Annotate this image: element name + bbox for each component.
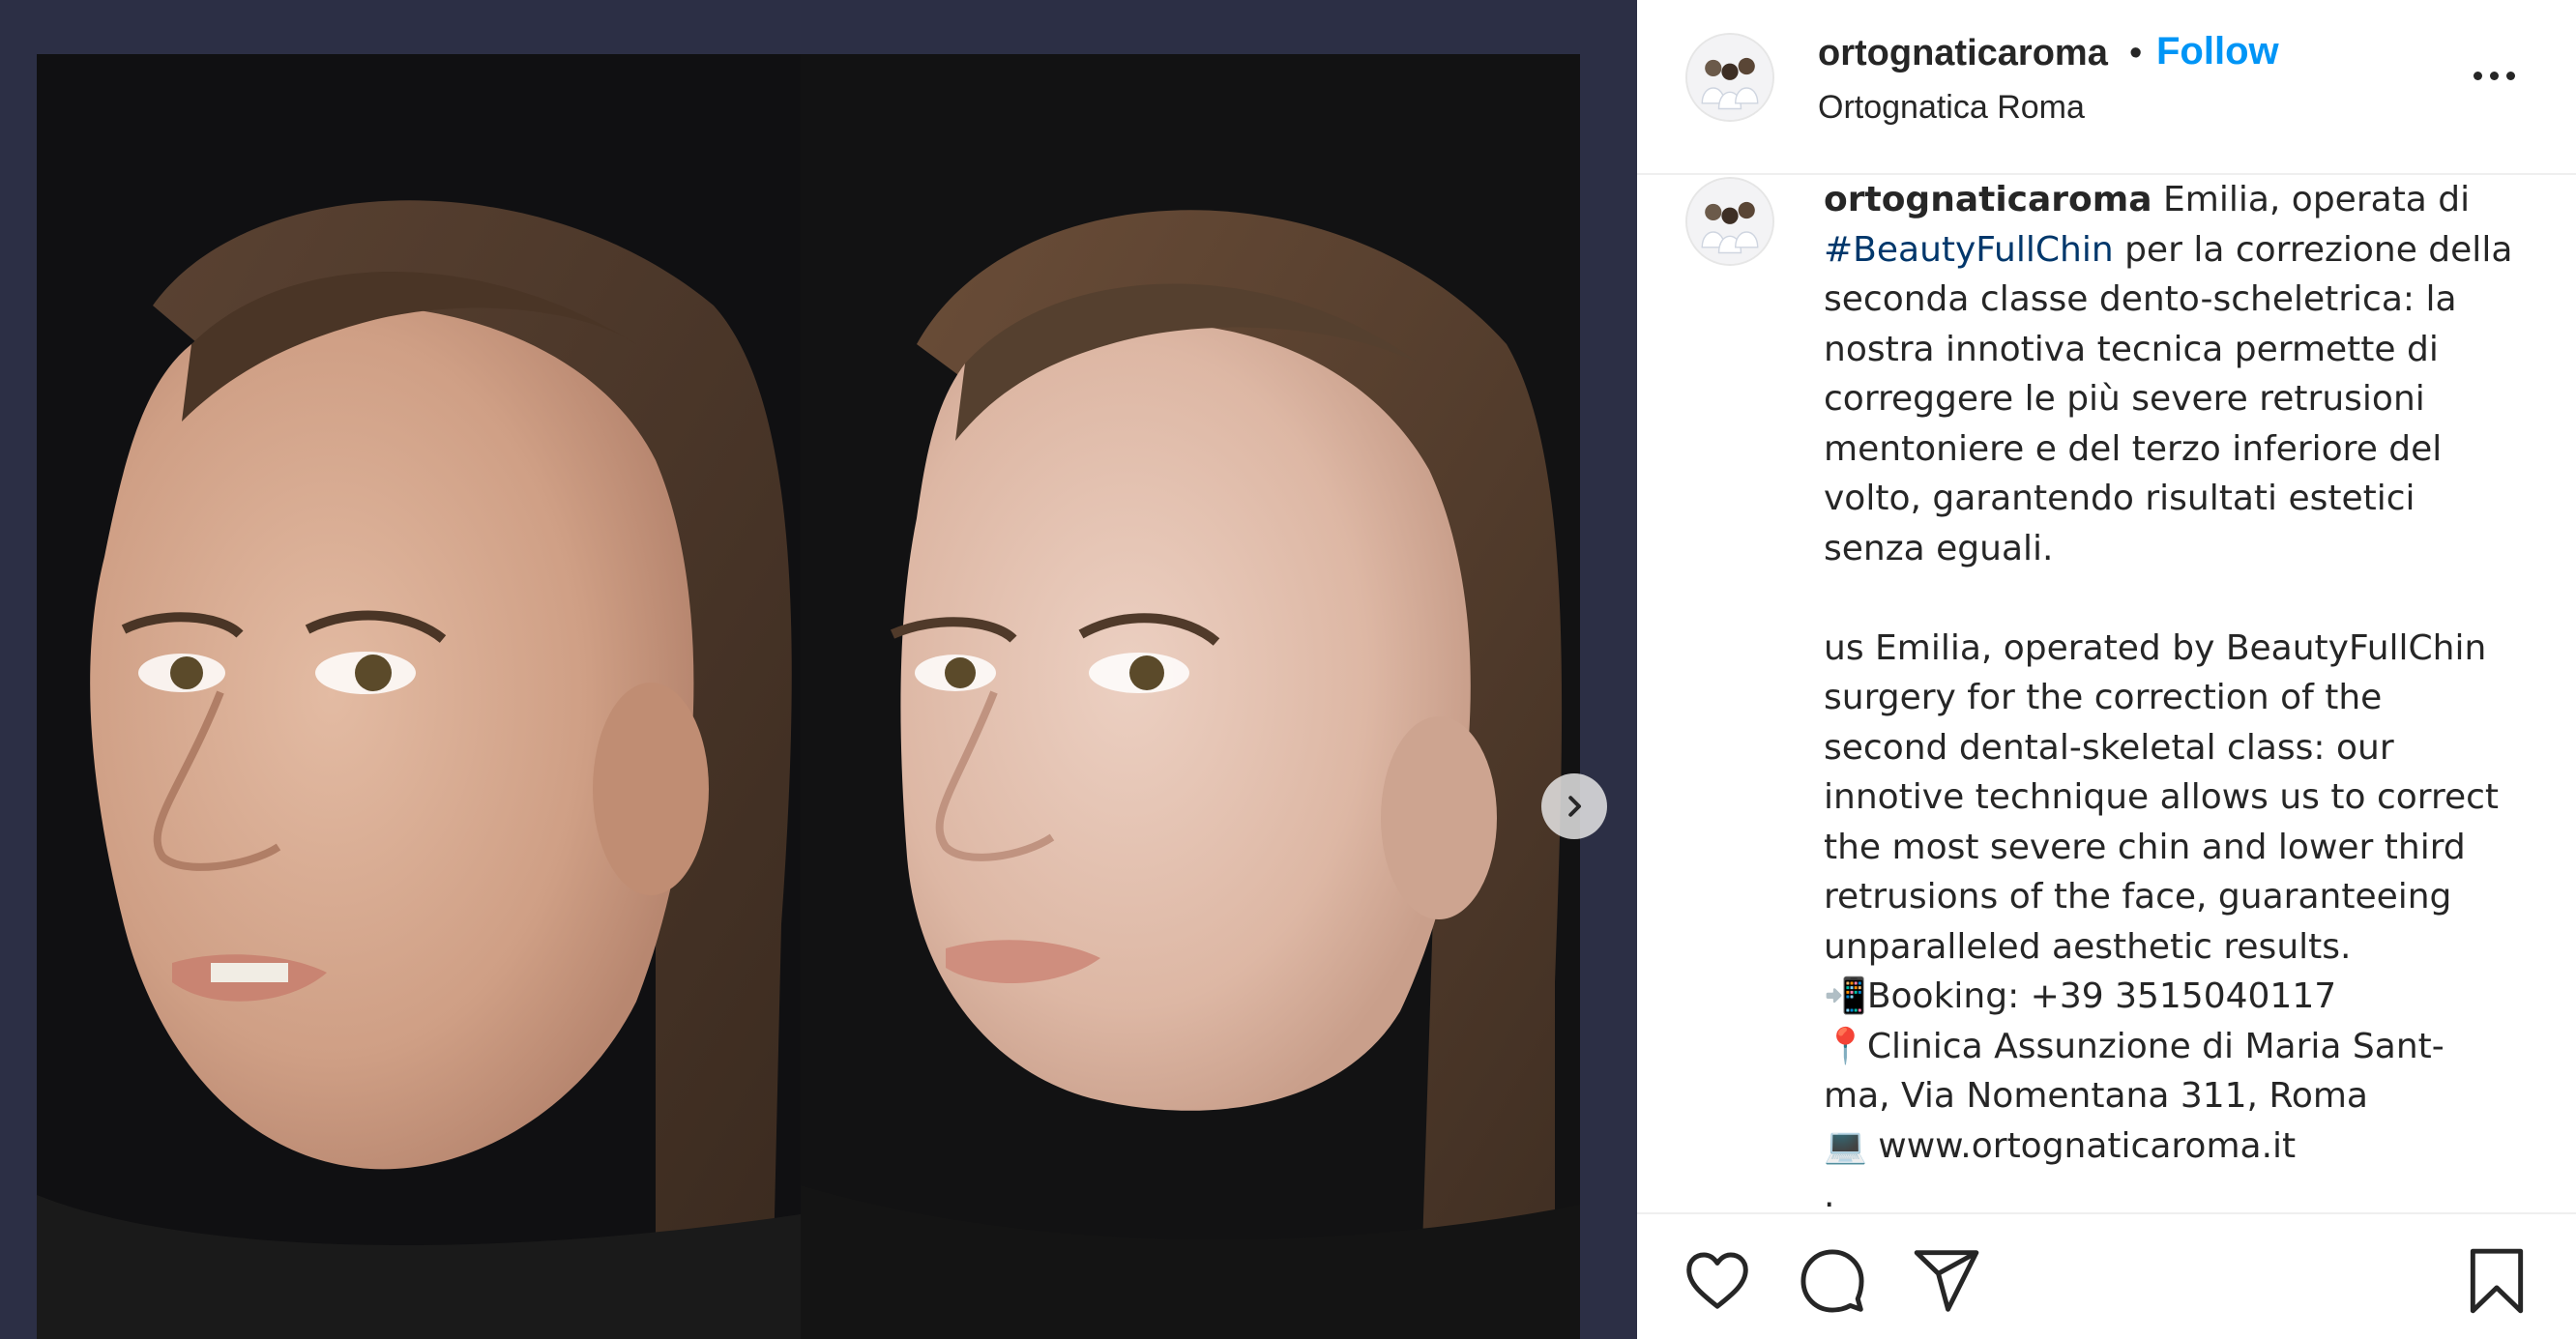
address-line: 📍Clinica Assunzione di Maria Sant- — [1824, 1026, 2444, 1066]
caption-line: volto, garantendo risultati estetici — [1824, 479, 2415, 518]
heart-icon — [1686, 1252, 1748, 1309]
caption-line: us Emilia, operated by BeautyFullChin — [1824, 627, 2487, 668]
more-horizontal-icon — [2505, 71, 2515, 80]
caption-line: senza eguali. — [1824, 528, 2054, 568]
caption-line: the most severe chin and lower third — [1824, 827, 2466, 867]
caption-line: nostra innotiva tecnica permette di — [1824, 329, 2439, 369]
after-face-illustration — [801, 54, 1580, 1339]
bookmark-icon — [2470, 1248, 2524, 1314]
caption-line: correggere le più severe retrusioni — [1824, 379, 2425, 419]
before-after-photo — [37, 54, 1580, 1339]
like-button[interactable] — [1682, 1245, 1753, 1317]
caption-username[interactable]: ortognaticaroma — [1824, 180, 2152, 219]
comments-section[interactable]: ortognaticaroma Emilia, operata di #Beau… — [1637, 175, 2576, 1212]
post-author-username[interactable]: ortognaticaroma — [1818, 33, 2108, 74]
caption-line: retrusions of the face, guaranteeing — [1824, 877, 2452, 917]
follow-button[interactable]: Follow — [2156, 30, 2279, 73]
caption-line: ortognaticaroma Emilia, operata di — [1824, 175, 2539, 225]
before-face-illustration — [37, 54, 801, 1339]
post-actions-bar — [1637, 1212, 2576, 1339]
address-line: ma, Via Nomentana 311, Roma — [1824, 1076, 2368, 1116]
paper-plane-icon — [1914, 1250, 1979, 1312]
caption-line: innotive technique allows us to correct — [1824, 777, 2500, 817]
caption-line: unparalleled aesthetic results. — [1824, 926, 2352, 967]
post-header: ortognaticaroma • Follow Ortognatica Rom… — [1637, 0, 2576, 175]
share-button[interactable] — [1911, 1245, 1982, 1317]
after-photo-panel — [801, 54, 1580, 1339]
avatar[interactable] — [1685, 33, 1774, 122]
caption-line: mentoniere e del terzo inferiore del — [1824, 428, 2443, 469]
caption-line: seconda classe dento-scheletrica: la — [1824, 279, 2457, 319]
post-media — [0, 0, 1637, 1339]
more-options-button[interactable] — [2467, 56, 2521, 95]
post-caption: ortognaticaroma Emilia, operata di #Beau… — [1824, 175, 2539, 1212]
save-button[interactable] — [2461, 1245, 2532, 1317]
caption-line: . — [1824, 1176, 1835, 1212]
avatar-image — [1687, 35, 1772, 120]
caption-text: Emilia, operata di — [2152, 180, 2471, 219]
more-horizontal-icon — [2489, 71, 2499, 80]
hashtag-link[interactable]: #BeautyFullChin — [1824, 230, 2114, 270]
separator-dot: • — [2129, 33, 2143, 73]
caption-line: surgery for the correction of the — [1824, 678, 2383, 717]
avatar-image — [1687, 179, 1772, 264]
caption-line: #BeautyFullChin per la correzione della — [1824, 225, 2539, 276]
post-side-panel: ortognaticaroma • Follow Ortognatica Rom… — [1637, 0, 2576, 1339]
chevron-right-icon — [1568, 796, 1581, 817]
avatar[interactable] — [1685, 177, 1774, 266]
comment-button[interactable] — [1797, 1245, 1868, 1317]
caption-line: second dental-skeletal class: our — [1824, 727, 2394, 768]
website-line: 💻 www.ortognaticaroma.it — [1824, 1125, 2297, 1166]
booking-line: 📲Booking: +39 3515040117 — [1824, 976, 2337, 1016]
next-image-button[interactable] — [1541, 773, 1607, 839]
before-photo-panel — [37, 54, 801, 1339]
caption-text: per la correzione della — [2113, 229, 2513, 270]
more-horizontal-icon — [2473, 71, 2482, 80]
comment-bubble-icon — [1800, 1249, 1864, 1313]
post-location[interactable]: Ortognatica Roma — [1818, 89, 2085, 127]
